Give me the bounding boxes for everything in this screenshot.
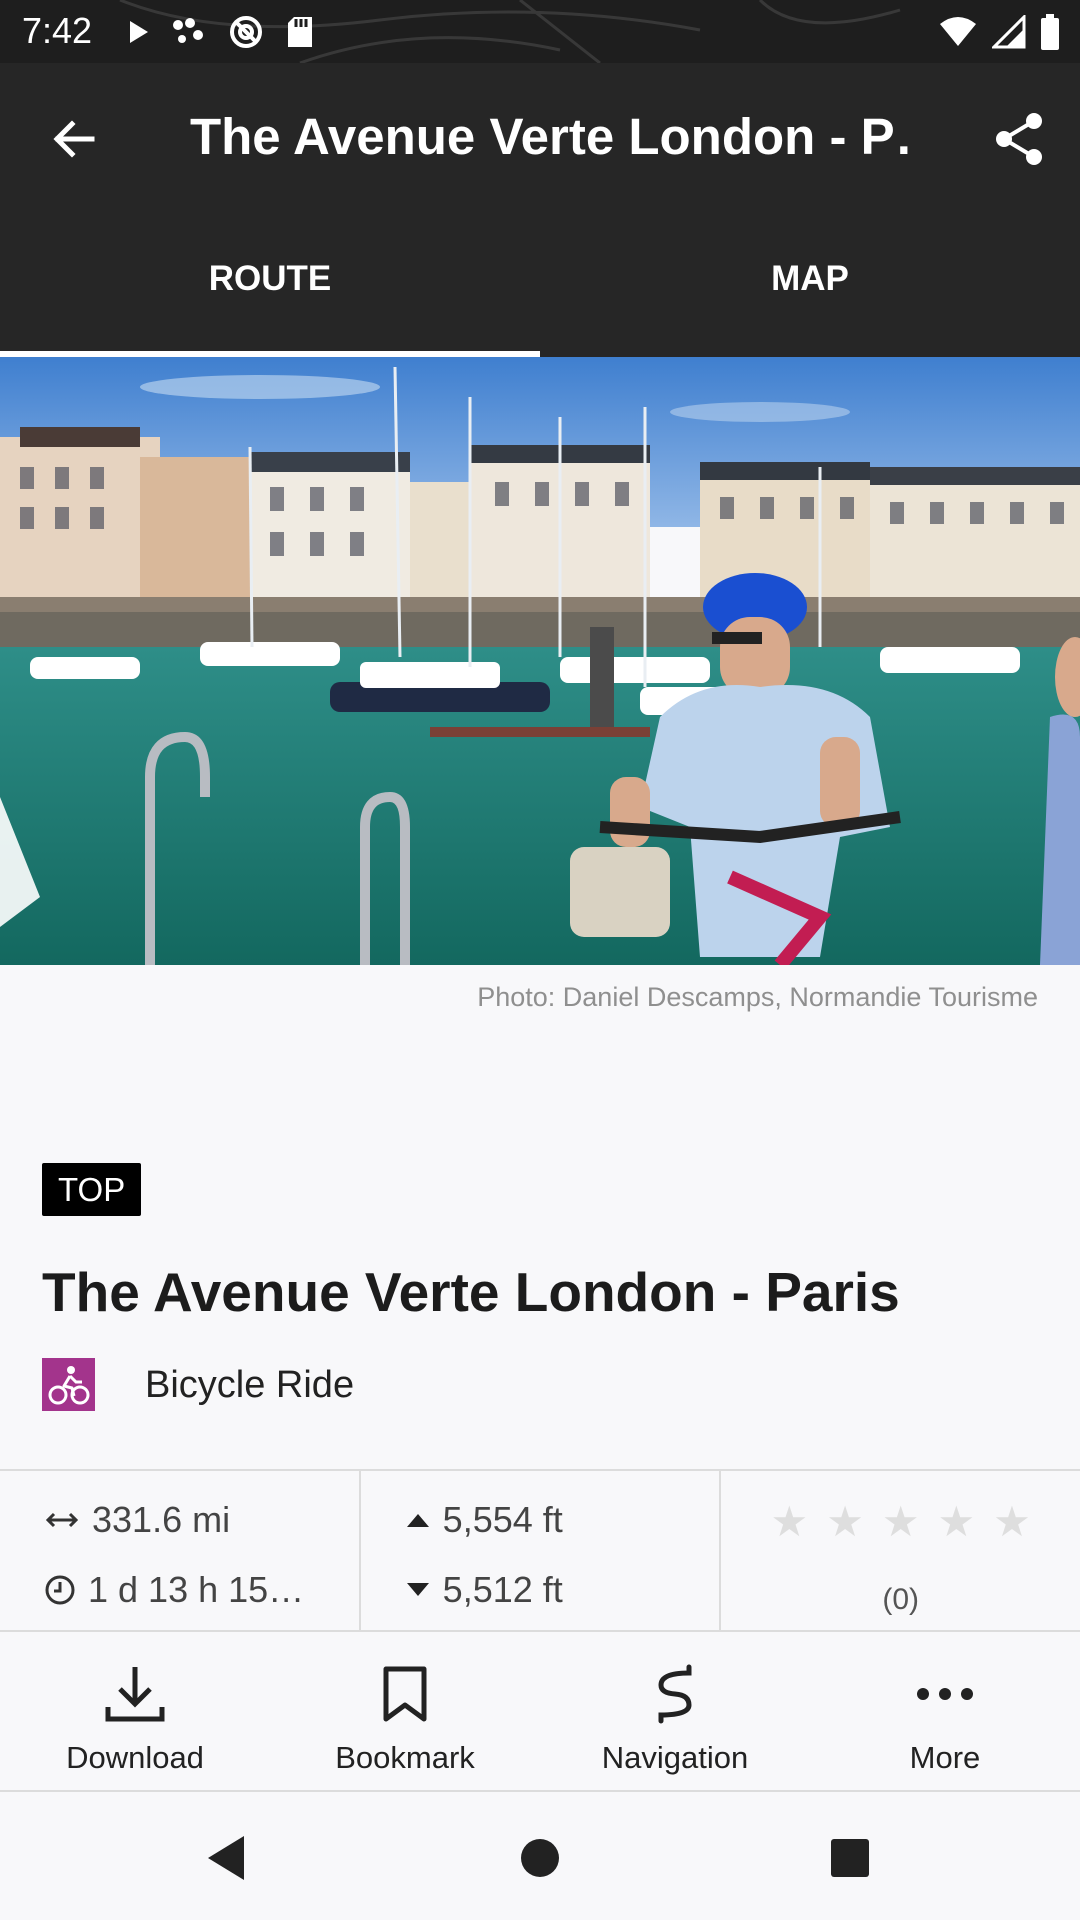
- tab-map[interactable]: MAP: [540, 210, 1080, 357]
- download-icon: [101, 1660, 169, 1728]
- bookmark-icon: [371, 1660, 439, 1728]
- clock-icon: [45, 1575, 75, 1605]
- share-button[interactable]: [984, 103, 1056, 175]
- star-icon: ★: [937, 1498, 976, 1545]
- star-icon: ★: [826, 1498, 864, 1545]
- play-icon: [130, 21, 148, 43]
- download-label: Download: [66, 1740, 204, 1775]
- route-stats: 331.6 mi 1 d 13 h 15… 5,554 ft 5,512 ft …: [0, 1469, 1080, 1632]
- distance-arrows-icon: [45, 1512, 79, 1528]
- sd-card-icon: [288, 17, 312, 47]
- more-icon: [911, 1660, 979, 1728]
- rating-count: (0): [882, 1583, 920, 1616]
- bookmark-button[interactable]: Bookmark: [270, 1632, 540, 1790]
- harbor-cyclists-image: [0, 357, 1080, 965]
- screen: 7:42 The Avenue Verte London - P… ROUTE: [0, 0, 1080, 1920]
- stats-rating[interactable]: ★ ★ ★ ★ ★ (0): [719, 1471, 1080, 1630]
- download-button[interactable]: Download: [0, 1632, 270, 1790]
- status-system-icons: [938, 12, 1060, 52]
- arrow-back-icon: [53, 120, 95, 158]
- ascent-value: 5,554 ft: [442, 1499, 563, 1540]
- share-nodes-icon: [173, 18, 203, 43]
- descent-icon: [406, 1583, 429, 1596]
- duration-stat: 1 d 13 h 15…: [44, 1569, 304, 1611]
- stats-elevation: 5,554 ft 5,512 ft: [358, 1471, 720, 1630]
- duration-value: 1 d 13 h 15…: [88, 1569, 305, 1610]
- star-icon: ★: [993, 1498, 1031, 1545]
- app-bar: The Avenue Verte London - P…: [0, 63, 1080, 210]
- status-bar: 7:42: [0, 0, 1080, 63]
- distance-value: 331.6 mi: [92, 1499, 231, 1540]
- route-title: The Avenue Verte London - Paris: [42, 1261, 900, 1323]
- nav-back-button[interactable]: [198, 1830, 254, 1886]
- status-notification-icons: [128, 12, 314, 52]
- rating-stars: ★ ★ ★ ★ ★: [721, 1501, 1080, 1543]
- back-button[interactable]: [38, 103, 110, 175]
- ascent-icon: [406, 1514, 429, 1527]
- distance-stat: 331.6 mi: [44, 1499, 230, 1541]
- stats-distance-duration: 331.6 mi 1 d 13 h 15…: [0, 1471, 359, 1630]
- nav-home-icon: [521, 1839, 559, 1877]
- navigation-icon: [641, 1660, 709, 1728]
- navigation-label: Navigation: [601, 1740, 749, 1775]
- more-button[interactable]: More: [810, 1632, 1080, 1790]
- top-badge: TOP: [42, 1163, 142, 1216]
- nav-recents-button[interactable]: [822, 1830, 878, 1886]
- app-bar-title: The Avenue Verte London - P…: [190, 108, 910, 165]
- tab-bar: ROUTE MAP: [0, 210, 1080, 357]
- at-sign-icon: [230, 16, 262, 48]
- star-icon: ★: [881, 1498, 920, 1545]
- nav-recents-icon: [831, 1839, 869, 1877]
- battery-icon: [1041, 14, 1059, 50]
- nav-home-button[interactable]: [512, 1830, 568, 1886]
- share-icon: [996, 113, 1042, 165]
- wifi-icon: [940, 17, 976, 46]
- bookmark-label: Bookmark: [335, 1740, 475, 1775]
- photo-credit: Photo: Daniel Descamps, Normandie Touris…: [477, 982, 1038, 1012]
- hero-photo[interactable]: [0, 357, 1080, 965]
- star-icon: ★: [770, 1498, 809, 1545]
- bicycle-icon: [42, 1358, 95, 1411]
- cellular-signal-icon: [992, 15, 1026, 49]
- more-label: More: [909, 1740, 981, 1775]
- status-time: 7:42: [22, 10, 93, 51]
- descent-stat: 5,512 ft: [405, 1569, 563, 1611]
- tab-route[interactable]: ROUTE: [0, 210, 540, 357]
- action-bar: Download Bookmark Navigation More: [0, 1632, 1080, 1792]
- system-nav-bar: [0, 1794, 1080, 1920]
- nav-back-icon: [208, 1836, 244, 1880]
- activity-type: Bicycle Ride: [145, 1364, 355, 1406]
- navigation-button[interactable]: Navigation: [540, 1632, 810, 1790]
- descent-value: 5,512 ft: [442, 1569, 563, 1610]
- ascent-stat: 5,554 ft: [405, 1499, 563, 1541]
